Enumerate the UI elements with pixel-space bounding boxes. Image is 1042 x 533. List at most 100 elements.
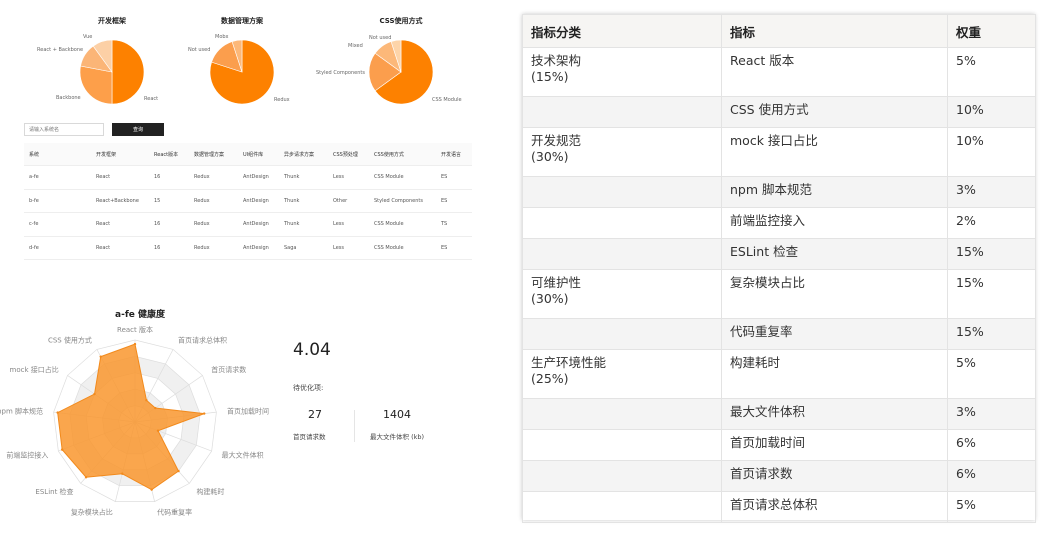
column-header: CSS使用方式	[369, 143, 436, 166]
column-header: UI组件库	[238, 143, 279, 166]
radar-axis-label: 前端监控接入	[6, 450, 48, 459]
weight-cell-metric: CSS 使用方式	[721, 96, 948, 128]
search-button[interactable]: 查询	[112, 123, 164, 136]
table-cell: c-fe	[24, 212, 91, 237]
table-cell: TS	[436, 212, 472, 237]
pie-label: Mobx	[215, 34, 229, 40]
table-cell: ES	[436, 236, 472, 260]
radar-axis-label: CSS 使用方式	[48, 335, 92, 344]
weight-cell-category	[522, 398, 722, 430]
column-header: CSS预处理	[328, 143, 369, 166]
weight-cell-metric: 代码重复率	[721, 318, 948, 350]
radar-point	[93, 392, 96, 396]
stat-label-request-count: 首页请求数	[293, 433, 326, 441]
table-cell: Redux	[189, 236, 238, 260]
table-cell: CSS Module	[369, 212, 436, 237]
radar-point	[56, 411, 59, 414]
radar-axis-label: 构建耗时	[196, 487, 224, 496]
table-cell: AntDesign	[238, 236, 279, 260]
table-cell: Thunk	[279, 212, 328, 237]
weight-cell-category: 开发规范 (30%)	[522, 127, 722, 177]
stat-value-max-file-size: 1404	[383, 408, 411, 421]
weight-cell-category	[522, 238, 722, 270]
table-cell: 16	[149, 212, 189, 237]
weight-cell-weight: 6%	[947, 429, 1036, 461]
weight-table-row: 开发规范 (30%) mock 接口占比 10%	[522, 127, 1036, 177]
column-header: 系统	[24, 143, 91, 166]
table-cell: React+Backbone	[91, 189, 149, 213]
weight-cell-category	[522, 96, 722, 128]
table-cell: b-fe	[24, 189, 91, 213]
pie-label: Not used	[369, 35, 392, 41]
table-cell: AntDesign	[238, 189, 279, 213]
column-header: 开发框架	[91, 143, 149, 166]
radar-point	[145, 399, 148, 402]
table-cell: AntDesign	[238, 165, 279, 190]
weight-table-row: 生产环境性能 (25%) 构建耗时 5%	[522, 349, 1036, 399]
radar-point	[154, 406, 157, 410]
pie-title: 数据管理方案	[221, 17, 263, 25]
table-row: c-fe React 16 Redux AntDesign Thunk Less CSS Mo…	[24, 212, 472, 237]
pending-items-label: 待优化项:	[293, 384, 324, 392]
table-cell: AntDesign	[238, 212, 279, 237]
weight-table-row: 首页加载时间 6%	[522, 429, 1036, 461]
table-cell: React	[91, 212, 149, 237]
pie-label: Backbone	[56, 95, 81, 101]
radar-chart: React 版本首页请求总体积首页请求数首页加载时间最大文件体积构建耗时代码重复…	[0, 325, 269, 516]
pie-label: Redux	[274, 97, 290, 103]
table-cell: Redux	[189, 165, 238, 190]
table-cell: CSS Module	[369, 165, 436, 190]
radar-axis-label: 复杂模块占比	[71, 507, 113, 516]
stat-label-max-file-size: 最大文件体积 (kb)	[370, 433, 425, 441]
pie-title: 开发框架	[98, 17, 126, 25]
radar-axis-label: 首页请求总体积	[178, 335, 227, 344]
system-search-input[interactable]	[24, 123, 104, 136]
weight-cell-metric: 首页请求数	[721, 460, 948, 492]
radar-point	[60, 448, 64, 451]
pie-chart-css-usage: CSS使用方式 Not used Mixed Styled Components…	[316, 10, 471, 115]
table-cell: Less	[328, 212, 369, 237]
pie-label: CSS Module	[432, 97, 462, 103]
column-header: 开发语言	[436, 143, 472, 166]
radar-point	[156, 429, 160, 432]
table-cell: Redux	[189, 212, 238, 237]
table-cell: ES	[436, 189, 472, 213]
table-cell: Styled Components	[369, 189, 436, 213]
weight-table-header: 指标分类 指标 权重	[522, 14, 1036, 48]
radar-axis-label: 代码重复率	[157, 507, 192, 516]
weight-table-row: ESLint 检查 15%	[522, 238, 1036, 270]
table-cell: Redux	[189, 189, 238, 213]
radar-point	[121, 472, 124, 475]
pie-label: React	[144, 96, 159, 102]
weight-cell-weight: 5%	[947, 47, 1036, 97]
weight-cell-category: 生产环境性能 (25%)	[522, 349, 722, 399]
table-cell: Less	[328, 236, 369, 260]
weight-cell-metric: 构建耗时	[721, 349, 948, 399]
weight-cell-category	[522, 429, 722, 461]
table-cell: 15	[149, 189, 189, 213]
weight-cell-category: 技术架构 (15%)	[522, 47, 722, 97]
weight-table-row: 前端监控接入 2%	[522, 207, 1036, 239]
column-header: 异步请求方案	[279, 143, 328, 166]
radar-point	[84, 476, 88, 479]
pie-label: React + Backbone	[37, 47, 84, 53]
pie-label: Vue	[83, 34, 93, 40]
dashboard-left: 开发框架 Vue React + Backbone Backbone React…	[0, 0, 500, 533]
weight-cell-weight: 10%	[947, 96, 1036, 128]
weight-table-row: 代码重复率 15%	[522, 318, 1036, 350]
column-header-category: 指标分类	[522, 14, 722, 48]
table-row: a-fe React 16 Redux AntDesign Thunk Less CSS Mo…	[24, 165, 472, 190]
radar-point	[99, 355, 102, 358]
weight-cell-weight: 2%	[947, 207, 1036, 239]
table-cell: a-fe	[24, 165, 91, 190]
table-cell: 16	[149, 165, 189, 190]
radar-axis-label: ESLint 检查	[35, 487, 73, 496]
weight-cell-metric: 最大文件体积	[721, 398, 948, 430]
weight-table-row: CSS 使用方式 10%	[522, 96, 1036, 128]
table-cell: ES	[436, 165, 472, 190]
weight-cell-category	[522, 176, 722, 208]
radar-chart-title: a-fe 健康度	[115, 310, 165, 320]
system-table: 系统 开发框架 React版本 数据管理方案 UI组件库 异步请求方案 CSS预…	[24, 143, 472, 260]
pie-slice	[79, 65, 113, 105]
weight-cell-weight: 3%	[947, 176, 1036, 208]
